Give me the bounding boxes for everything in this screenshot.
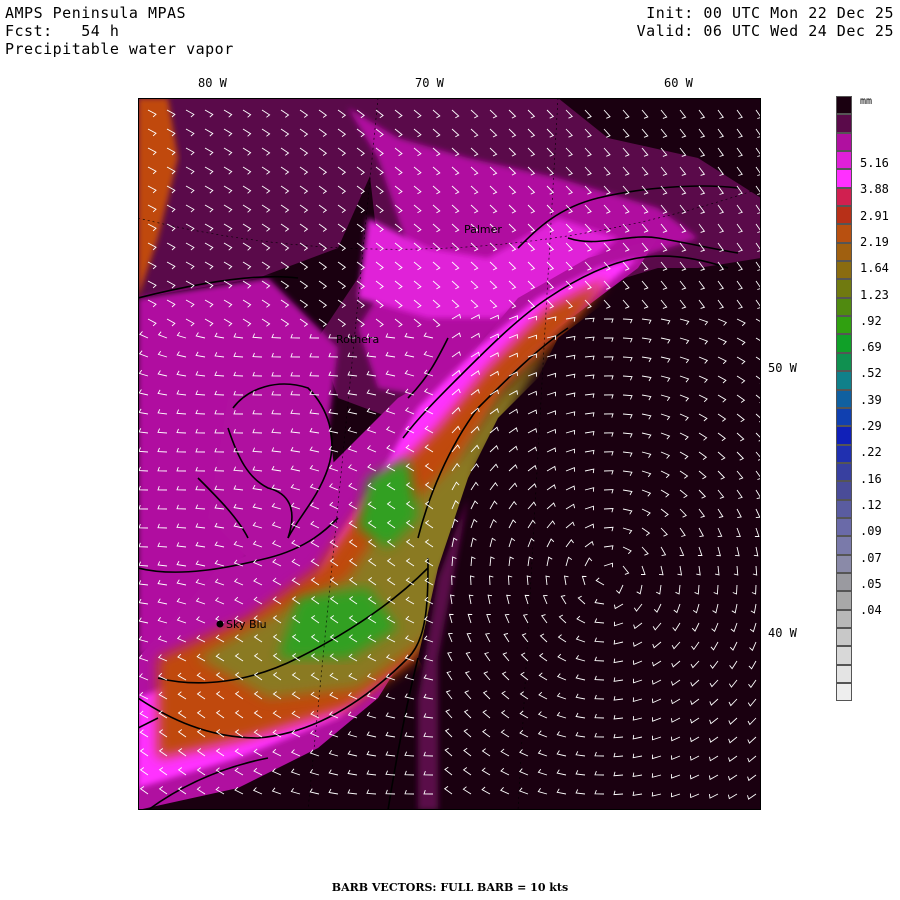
colorbar-label: .05 bbox=[860, 576, 882, 591]
colorbar-label: .69 bbox=[860, 340, 882, 355]
colorbar-label: .52 bbox=[860, 366, 882, 381]
colorbar-cell bbox=[836, 444, 852, 463]
colorbar-label: 5.16 bbox=[860, 156, 889, 170]
lon-label-80w: 80 W bbox=[198, 76, 227, 90]
colorbar-label: 2.91 bbox=[860, 208, 889, 223]
station-label-palmer: Palmer bbox=[464, 223, 502, 236]
colorbar-cell bbox=[836, 627, 852, 647]
header-left: AMPS Peninsula MPAS Fcst: 54 h Precipitabl… bbox=[5, 4, 234, 58]
colorbar-cell bbox=[836, 683, 852, 702]
colorbar-cell bbox=[836, 206, 852, 225]
colorbar-cell bbox=[836, 371, 852, 390]
colorbar-cell bbox=[836, 664, 852, 683]
colorbar-cell bbox=[836, 609, 852, 628]
lon-label-40w: 40 W bbox=[768, 626, 797, 640]
colorbar-label: .04 bbox=[860, 603, 882, 618]
colorbar-cell bbox=[836, 499, 852, 518]
field-name: Precipitable water vapor bbox=[5, 40, 234, 58]
colorbar-cell bbox=[836, 517, 852, 537]
header-right: Init: 00 UTC Mon 22 Dec 25 Valid: 06 UTC … bbox=[637, 4, 894, 40]
colorbar-units: mm bbox=[860, 96, 873, 107]
lon-label-70w: 70 W bbox=[415, 76, 444, 90]
colorbar-cell bbox=[836, 187, 852, 207]
sky-blu-marker bbox=[216, 620, 224, 628]
colorbar-cell bbox=[836, 646, 852, 665]
colorbar-cell bbox=[836, 334, 852, 353]
colorbar-cell bbox=[836, 151, 852, 170]
colorbar-cell bbox=[836, 132, 852, 152]
colorbar-cell bbox=[836, 242, 852, 262]
barb-legend: BARB VECTORS: FULL BARB = 10 kts bbox=[331, 881, 569, 894]
colorbar-cell bbox=[836, 169, 852, 188]
forecast-hour: Fcst: 54 h bbox=[5, 22, 120, 40]
colorbar-cell bbox=[836, 536, 852, 555]
colorbar-label: .07 bbox=[860, 550, 882, 565]
colorbar-cell bbox=[836, 591, 852, 610]
colorbar-cell bbox=[836, 352, 852, 372]
colorbar-label: 3.88 bbox=[860, 182, 889, 197]
colorbar-label: .16 bbox=[860, 471, 882, 486]
colorbar-label: .12 bbox=[860, 497, 882, 512]
colorbar-cell bbox=[836, 426, 852, 445]
colorbar-cell bbox=[836, 297, 852, 317]
colorbar-cell bbox=[836, 407, 852, 427]
colorbar-cell bbox=[836, 481, 852, 500]
colorbar-cell bbox=[836, 316, 852, 335]
station-label-sky-blu: Sky Blu bbox=[226, 618, 267, 631]
colorbar-label: .92 bbox=[860, 313, 882, 328]
lon-label-60w: 60 W bbox=[664, 76, 693, 90]
colorbar-cell bbox=[836, 554, 852, 573]
colorbar-label: 1.64 bbox=[860, 261, 889, 276]
valid-time: Valid: 06 UTC Wed 24 Dec 25 bbox=[636, 22, 894, 40]
colorbar-label: 1.23 bbox=[860, 287, 889, 302]
colorbar-cell bbox=[836, 114, 852, 133]
colorbar-label: 2.19 bbox=[860, 234, 889, 249]
colorbar-label: .29 bbox=[860, 419, 882, 433]
station-label-rothera: Rothera bbox=[336, 333, 379, 346]
colorbar-label: .09 bbox=[860, 524, 882, 539]
colorbar-cell bbox=[836, 279, 852, 298]
colorbar bbox=[836, 96, 852, 702]
lon-label-50w: 50 W bbox=[768, 361, 797, 375]
precipitable-water-map: Palmer Rothera Sky Blu bbox=[138, 98, 761, 810]
colorbar-cell bbox=[836, 389, 852, 408]
map-title: AMPS Peninsula MPAS bbox=[5, 4, 187, 22]
colorbar-cell bbox=[836, 224, 852, 243]
colorbar-cell bbox=[836, 462, 852, 482]
colorbar-label: .22 bbox=[860, 445, 882, 460]
colorbar-cell bbox=[836, 96, 852, 115]
colorbar-cell bbox=[836, 572, 852, 592]
colorbar-label: .39 bbox=[860, 392, 882, 407]
init-time: Init: 00 UTC Mon 22 Dec 25 bbox=[646, 4, 894, 22]
colorbar-cell bbox=[836, 261, 852, 280]
